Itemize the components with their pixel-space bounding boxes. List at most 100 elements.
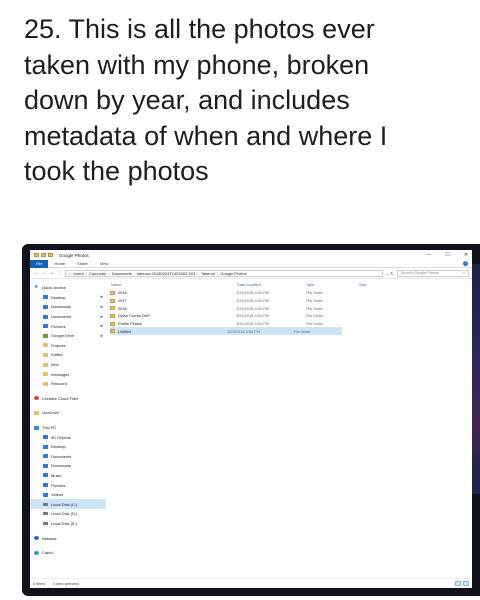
refresh-icon[interactable]: ⌄ ↻ xyxy=(386,271,394,276)
maximize-button[interactable]: ☐ xyxy=(445,252,449,258)
file-explorer-window: Google Photos — ☐ ✕ File Home Share View… xyxy=(30,250,472,588)
column-headers: Name Date modified Type Size xyxy=(110,280,472,289)
nav-item-rescued[interactable]: Rescued xyxy=(30,379,106,389)
folder-icon xyxy=(110,306,115,311)
back-arrow-icon[interactable]: ← xyxy=(33,270,38,276)
table-row-selected[interactable]: Untitled 3/24/2018 3:54 PM File folder xyxy=(110,327,342,336)
nav-item-3d-objects[interactable]: 3D Objects xyxy=(30,432,106,442)
nav-item-desktop[interactable]: Desktop ✱ xyxy=(30,293,106,303)
search-icon: ⌕ xyxy=(462,271,465,275)
item-count: 6 items xyxy=(33,581,46,586)
nav-item-videos[interactable]: Videos xyxy=(30,490,106,500)
tab-view[interactable]: View xyxy=(94,260,115,268)
up-arrow-icon[interactable]: ↑ xyxy=(57,270,62,276)
status-bar: 6 items 1 item selected xyxy=(30,578,472,588)
nav-quick-access[interactable]: ★ Quick access xyxy=(30,283,106,293)
nav-item-documents-pc[interactable]: Documents xyxy=(30,452,106,462)
title-bar: Google Photos — ☐ ✕ xyxy=(30,250,472,260)
table-row[interactable]: 2017 3/24/2018 3:54 PM File folder xyxy=(110,297,472,305)
drive-icon xyxy=(43,512,48,516)
table-row[interactable]: 2018 3/24/2018 3:54 PM File folder xyxy=(110,304,472,312)
nav-item-downloads-pc[interactable]: Downloads xyxy=(30,461,106,471)
tab-file[interactable]: File xyxy=(30,259,49,268)
file-list: Name Date modified Type Size 2016 3/24/2… xyxy=(106,280,472,578)
breadcrumb-computer[interactable]: Computer xyxy=(89,271,107,276)
documents-icon xyxy=(43,314,48,319)
breadcrumb-users[interactable]: Users xyxy=(73,271,83,276)
cube-icon xyxy=(43,435,48,440)
nav-item-pictures[interactable]: Pictures ✱ xyxy=(30,321,106,331)
nav-creative-cloud[interactable]: Creative Cloud Files xyxy=(30,394,106,404)
forward-arrow-icon[interactable]: → xyxy=(41,270,46,276)
nav-item-messages[interactable]: messages xyxy=(30,369,106,379)
nav-item-downloads[interactable]: Downloads ✱ xyxy=(30,302,106,312)
breadcrumb-takeout-zip[interactable]: takeout-20180324T145326Z-001 xyxy=(137,271,196,276)
close-button[interactable]: ✕ xyxy=(464,252,468,258)
creative-cloud-icon xyxy=(34,396,39,401)
chevron-down-icon[interactable]: ⌄ xyxy=(49,270,54,276)
folder-icon xyxy=(43,362,48,367)
file-name: Dylan Curran DAP xyxy=(118,313,151,319)
file-type: File folder xyxy=(293,328,311,334)
minimize-button[interactable]: — xyxy=(426,252,431,258)
breadcrumb-takeout[interactable]: Takeout xyxy=(201,271,215,276)
nav-item-html[interactable]: html xyxy=(30,360,106,370)
file-name: 2016 xyxy=(118,290,127,296)
folder-icon xyxy=(34,253,39,257)
search-input[interactable]: Search Google Photos ⌕ xyxy=(396,269,469,277)
tab-share[interactable]: Share xyxy=(71,260,94,268)
download-icon xyxy=(43,463,48,468)
nav-item-music[interactable]: Music xyxy=(30,471,106,481)
properties-icon[interactable] xyxy=(41,253,46,257)
quick-access-toolbar xyxy=(34,253,53,257)
file-name: Profile Photos xyxy=(118,321,143,327)
folder-icon xyxy=(43,352,48,357)
tweet-caption: 25. This is all the photos ever taken wi… xyxy=(24,14,388,186)
new-folder-icon[interactable] xyxy=(48,253,53,257)
network-icon xyxy=(34,536,39,541)
nav-item-local-disk-e[interactable]: Local Disk (E:) xyxy=(30,519,106,529)
pin-icon: ✱ xyxy=(100,324,104,329)
column-type[interactable]: Type xyxy=(288,282,358,287)
nav-this-pc[interactable]: This PC xyxy=(30,423,106,433)
ribbon-tabs: File Home Share View ? xyxy=(30,259,472,268)
nav-item-desktop-pc[interactable]: Desktop xyxy=(30,442,106,452)
large-icons-view-icon[interactable] xyxy=(463,581,469,586)
drive-icon xyxy=(43,502,48,506)
folder-icon xyxy=(43,343,48,348)
nav-network[interactable]: Network xyxy=(30,533,106,543)
table-row[interactable]: Profile Photos 3/24/2018 3:54 PM File fo… xyxy=(110,320,472,328)
column-size[interactable]: Size xyxy=(358,282,398,287)
details-view-icon[interactable] xyxy=(455,581,461,586)
table-row[interactable]: Dylan Curran DAP 3/24/2018 3:54 PM File … xyxy=(110,312,472,320)
nav-item-local-disk-c[interactable]: Local Disk (C:) xyxy=(30,499,106,510)
column-name[interactable]: Name xyxy=(110,282,236,287)
file-date: 3/24/2018 3:54 PM xyxy=(236,313,269,319)
nav-catch[interactable]: Catch! xyxy=(30,548,106,558)
nav-item-documents[interactable]: Documents ✱ xyxy=(30,312,106,322)
address-bar[interactable]: » Users › Computer › Downloads › takeout… xyxy=(65,269,383,277)
table-row[interactable]: 2016 3/24/2018 3:54 PM File folder xyxy=(110,289,472,297)
file-type: File folder xyxy=(306,313,324,319)
breadcrumb-downloads[interactable]: Downloads xyxy=(112,271,132,276)
breadcrumb-google-photos[interactable]: Google Photos xyxy=(220,271,246,276)
navigation-pane: ★ Quick access Desktop ✱ Downloads ✱ Docum… xyxy=(30,280,106,578)
nav-item-projects[interactable]: Projects xyxy=(30,341,106,351)
file-name: 2017 xyxy=(118,298,127,304)
nav-item-edited[interactable]: Edited xyxy=(30,350,106,360)
pin-icon: ✱ xyxy=(100,304,104,309)
file-type: File folder xyxy=(306,290,324,296)
nav-item-google-drive[interactable]: Google Drive ✱ xyxy=(30,331,106,341)
drive-icon xyxy=(43,521,48,525)
nav-item-local-disk-d[interactable]: Local Disk (D:) xyxy=(30,509,106,519)
desktop-icon xyxy=(43,444,48,449)
tab-home[interactable]: Home xyxy=(48,260,71,268)
nav-item-pictures-pc[interactable]: Pictures xyxy=(30,480,106,490)
column-date-modified[interactable]: Date modified xyxy=(236,282,288,287)
onedrive-icon xyxy=(34,410,39,415)
help-icon[interactable]: ? xyxy=(463,261,468,266)
file-date: 3/24/2018 3:54 PM xyxy=(236,305,269,311)
nav-onedrive[interactable]: OneDrive xyxy=(30,408,106,418)
pin-icon: ✱ xyxy=(100,314,104,319)
folder-icon xyxy=(43,381,48,386)
